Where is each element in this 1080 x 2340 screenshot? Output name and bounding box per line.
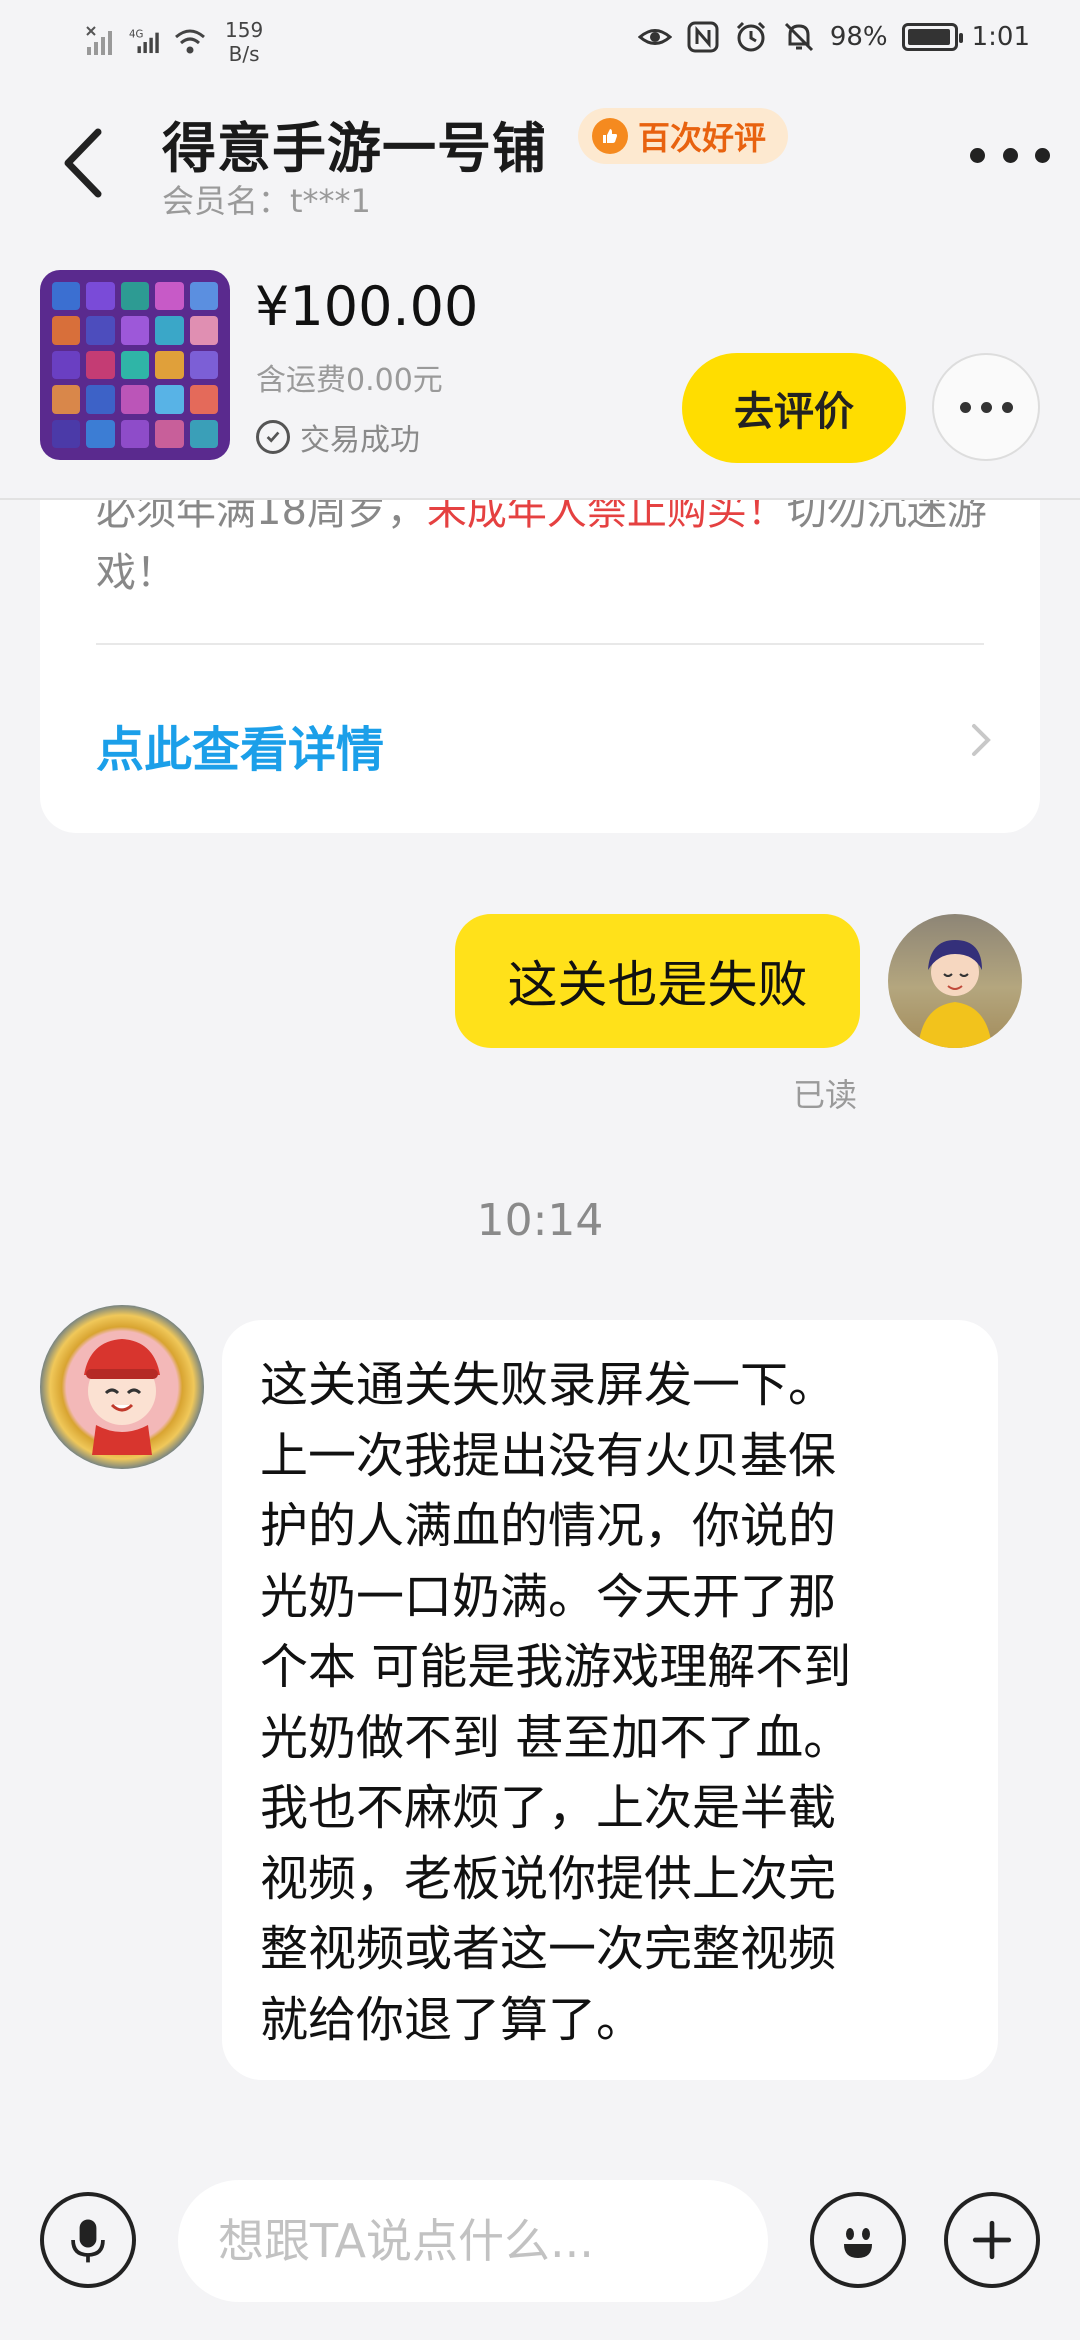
- back-button[interactable]: [50, 118, 120, 208]
- message-line: 光奶一口奶满。今天开了那: [260, 1568, 837, 1625]
- trade-status: 交易成功: [256, 415, 420, 459]
- emoji-button[interactable]: [810, 2192, 906, 2288]
- avatar-portrait-icon: [918, 940, 992, 1048]
- product-thumbnail[interactable]: [40, 270, 230, 460]
- alarm-icon: [736, 21, 765, 52]
- network-speed-unit: B/s: [228, 42, 260, 66]
- message-input-bar: [0, 2160, 1080, 2340]
- read-receipt: 已读: [793, 1076, 858, 1114]
- chat-header: 得意手游一号铺 百次好评 会员名：t***1: [0, 80, 1080, 255]
- network-speed: 159 B/s: [225, 18, 263, 66]
- message-line: 这关通关失败录屏发一下。: [260, 1357, 837, 1413]
- nfc-icon: [687, 21, 719, 53]
- svg-text:4G: 4G: [129, 30, 143, 41]
- message-line: 就给你退了算了。: [260, 1991, 645, 2048]
- message-line: 光奶做不到 甚至加不了血。: [260, 1709, 852, 1766]
- my-avatar[interactable]: [888, 914, 1022, 1048]
- incoming-message-bubble[interactable]: 这关通关失败录屏发一下。 上一次我提出没有火贝基保 护的人满血的情况，你说的 光…: [222, 1320, 998, 2080]
- mute-icon: [784, 22, 813, 52]
- divider: [96, 643, 984, 645]
- eye-icon: [637, 29, 672, 45]
- smiley-icon: [844, 2228, 872, 2258]
- microphone-icon: [71, 2219, 105, 2263]
- shipping-fee: 含运费0.00元: [256, 363, 443, 398]
- product-price: ¥100.00: [255, 275, 479, 338]
- battery-percent: 98%: [829, 22, 888, 52]
- dot-icon: [980, 401, 992, 413]
- shop-name[interactable]: 得意手游一号铺: [162, 104, 547, 183]
- review-button[interactable]: 去评价: [682, 353, 906, 463]
- avatar-portrait-icon: [84, 1339, 160, 1455]
- seller-avatar[interactable]: [40, 1305, 204, 1469]
- trade-status-label: 交易成功: [300, 423, 420, 458]
- clock: 1:01: [971, 22, 1030, 52]
- plus-icon: [972, 2220, 1012, 2260]
- status-bar: 4G 159 B/s 98% 1:01: [0, 0, 1080, 80]
- product-bar: ¥100.00 含运费0.00元 交易成功 去评价: [0, 255, 1080, 500]
- message-line: 我也不麻烦了，上次是半截: [260, 1780, 837, 1836]
- signal-4g-icon: 4G: [129, 30, 159, 54]
- message-input[interactable]: [178, 2180, 768, 2302]
- dot-icon: [1002, 147, 1018, 163]
- network-speed-value: 159: [225, 18, 264, 42]
- wifi-icon: [175, 29, 205, 54]
- message-line: 个本 可能是我游戏理解不到: [260, 1639, 852, 1695]
- rating-badge: 百次好评: [578, 108, 789, 164]
- message-line: 上一次我提出没有火贝基保: [260, 1427, 837, 1484]
- check-circle-icon: [256, 420, 290, 454]
- dot-icon: [970, 147, 985, 163]
- product-more-button[interactable]: [932, 353, 1040, 461]
- message-line: 整视频或者这一次完整视频: [260, 1921, 837, 1977]
- dot-icon: [1035, 147, 1050, 163]
- message-timestamp: 10:14: [476, 1195, 604, 1246]
- thumbs-up-icon: [592, 118, 628, 154]
- status-left: 4G 159 B/s: [85, 18, 263, 66]
- add-attachment-button[interactable]: [944, 2192, 1040, 2288]
- rating-badge-label: 百次好评: [638, 119, 767, 157]
- status-right: 98% 1:01: [637, 20, 1030, 54]
- battery-icon: [901, 23, 963, 51]
- view-details-link[interactable]: 点此查看详情: [96, 710, 384, 780]
- dot-icon: [959, 401, 971, 413]
- message-line: 护的人满血的情况，你说的: [260, 1498, 837, 1554]
- voice-button[interactable]: [40, 2192, 136, 2288]
- more-options-button[interactable]: [970, 130, 1050, 180]
- message-line: 视频，老板说你提供上次完: [260, 1850, 837, 1907]
- dot-icon: [1001, 401, 1013, 413]
- member-name: 会员名：t***1: [162, 182, 371, 220]
- chevron-right-icon[interactable]: [960, 720, 1000, 760]
- outgoing-message-bubble[interactable]: 这关也是失败: [455, 914, 860, 1048]
- signal-x-icon: [86, 26, 112, 55]
